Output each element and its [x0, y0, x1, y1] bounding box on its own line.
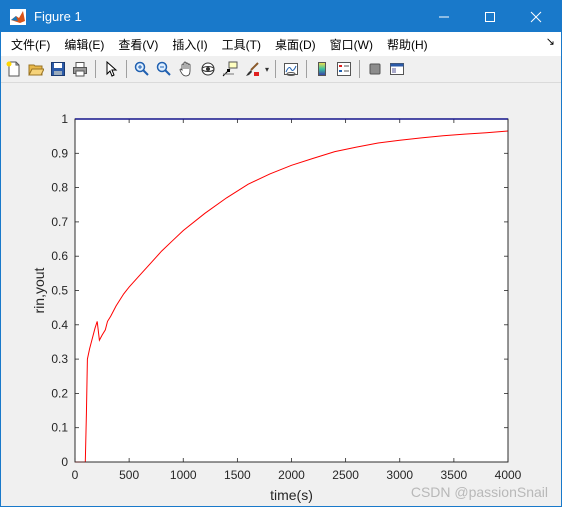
x-tick-label: 0 [72, 468, 79, 482]
data-cursor-icon [222, 61, 238, 77]
y-tick-label: 1 [61, 112, 68, 126]
legend-icon [337, 62, 351, 76]
y-tick-label: 0.1 [51, 421, 68, 435]
menu-window[interactable]: 窗口(W) [324, 36, 379, 53]
toolbar-separator [95, 60, 96, 78]
x-axis-label: time(s) [270, 487, 313, 503]
brush-icon [246, 62, 259, 76]
toolbar: ▾ [1, 56, 561, 83]
y-tick-label: 0.3 [51, 352, 68, 366]
brush-button[interactable] [242, 59, 262, 79]
pan-hand-icon [179, 61, 191, 77]
menu-edit[interactable]: 编辑(E) [58, 36, 110, 53]
colorbar-icon [318, 62, 326, 76]
y-tick-label: 0 [61, 455, 68, 469]
menu-bar: 文件(F) 编辑(E) 查看(V) 插入(I) 工具(T) 桌面(D) 窗口(W… [1, 32, 561, 56]
x-tick-label: 1000 [170, 468, 197, 482]
menu-desktop[interactable]: 桌面(D) [269, 36, 322, 53]
y-tick-label: 0.9 [51, 146, 68, 160]
close-button[interactable] [513, 1, 559, 32]
y-axis-label: rin,yout [31, 267, 47, 313]
maximize-icon [485, 11, 495, 22]
data-cursor-button[interactable] [220, 59, 240, 79]
zoom-out-button[interactable] [154, 59, 174, 79]
rotate-3d-button[interactable] [198, 59, 218, 79]
toolbar-separator [275, 60, 276, 78]
menu-insert[interactable]: 插入(I) [166, 36, 213, 53]
hide-plot-tools-button[interactable] [365, 59, 385, 79]
maximize-button[interactable] [467, 1, 513, 32]
show-plot-tools-button[interactable] [387, 59, 407, 79]
y-tick-label: 0.8 [51, 181, 68, 195]
close-icon [530, 11, 542, 22]
axes-background [74, 118, 509, 463]
toolbar-separator [126, 60, 127, 78]
link-plot-icon [284, 63, 298, 76]
pointer-button[interactable] [101, 59, 121, 79]
y-tick-label: 0.4 [51, 318, 68, 332]
minimize-icon [439, 16, 449, 17]
menu-file[interactable]: 文件(F) [5, 36, 56, 53]
y-tick-label: 0.5 [51, 284, 68, 298]
plot-canvas[interactable]: 0 500 1000 1500 2000 2500 3000 3500 4000 0 0.1 0.2 0… [1, 84, 561, 506]
y-tick-label: 0.7 [51, 215, 68, 229]
pan-button[interactable] [176, 59, 196, 79]
menu-view[interactable]: 查看(V) [112, 36, 164, 53]
legend-button[interactable] [334, 59, 354, 79]
x-tick-label: 2000 [278, 468, 305, 482]
zoom-in-button[interactable] [132, 59, 152, 79]
print-button[interactable] [70, 59, 90, 79]
matlab-logo-icon [10, 8, 26, 25]
brush-dropdown-arrow[interactable]: ▾ [263, 59, 271, 79]
menu-tools[interactable]: 工具(T) [216, 36, 267, 53]
x-tick-label: 500 [119, 468, 139, 482]
y-tick-label: 0.6 [51, 249, 68, 263]
y-tick-label: 0.2 [51, 386, 68, 400]
open-file-icon [28, 64, 44, 76]
print-icon [73, 62, 87, 77]
hide-plot-tools-icon [369, 63, 381, 75]
watermark: CSDN @passionSnail [410, 484, 548, 500]
toolbar-separator [359, 60, 360, 78]
minimize-button[interactable] [421, 1, 467, 32]
zoom-out-icon [156, 61, 171, 76]
save-icon [51, 62, 65, 76]
menu-help[interactable]: 帮助(H) [381, 36, 434, 53]
new-figure-icon [6, 61, 20, 77]
menu-undock-icon[interactable]: ↘ [546, 35, 555, 48]
new-figure-button[interactable] [4, 59, 24, 79]
window-title: Figure 1 [34, 9, 82, 24]
rotate-3d-icon [201, 62, 215, 76]
zoom-in-icon [134, 61, 149, 76]
save-button[interactable] [48, 59, 68, 79]
show-plot-tools-icon [390, 63, 404, 75]
title-bar[interactable]: Figure 1 [1, 1, 561, 32]
figure-canvas: 0 500 1000 1500 2000 2500 3000 3500 4000 0 0.1 0.2 0… [1, 84, 561, 506]
pointer-icon [106, 61, 118, 77]
toolbar-separator [306, 60, 307, 78]
figure-window: Figure 1 文件(F) 编辑(E) 查看(V) 插入(I) 工具(T) 桌… [0, 0, 562, 507]
x-tick-label: 3500 [441, 468, 468, 482]
link-plot-button[interactable] [281, 59, 301, 79]
open-file-button[interactable] [26, 59, 46, 79]
colorbar-button[interactable] [312, 59, 332, 79]
x-tick-label: 2500 [332, 468, 359, 482]
x-tick-label: 1500 [224, 468, 251, 482]
x-tick-label: 4000 [495, 468, 522, 482]
x-tick-label: 3000 [386, 468, 413, 482]
